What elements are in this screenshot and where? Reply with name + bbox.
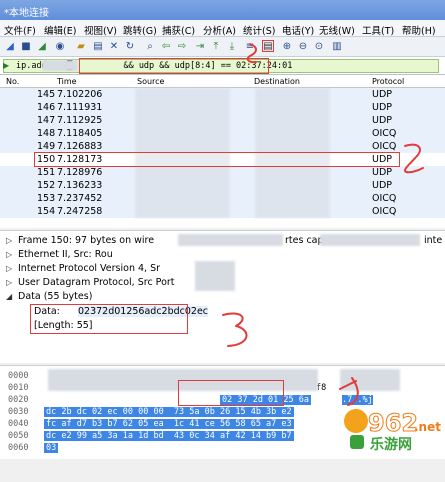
watermark-logo: 962 .net 乐游网 xyxy=(342,403,442,457)
annotation-2 xyxy=(404,143,424,174)
svg-text:乐游网: 乐游网 xyxy=(370,436,412,453)
svg-text:962: 962 xyxy=(368,409,418,437)
annotations xyxy=(222,43,424,406)
annotation-1 xyxy=(246,43,257,64)
svg-text:.net: .net xyxy=(414,420,441,434)
annotation-4 xyxy=(339,377,359,406)
annotation-3 xyxy=(222,312,248,347)
